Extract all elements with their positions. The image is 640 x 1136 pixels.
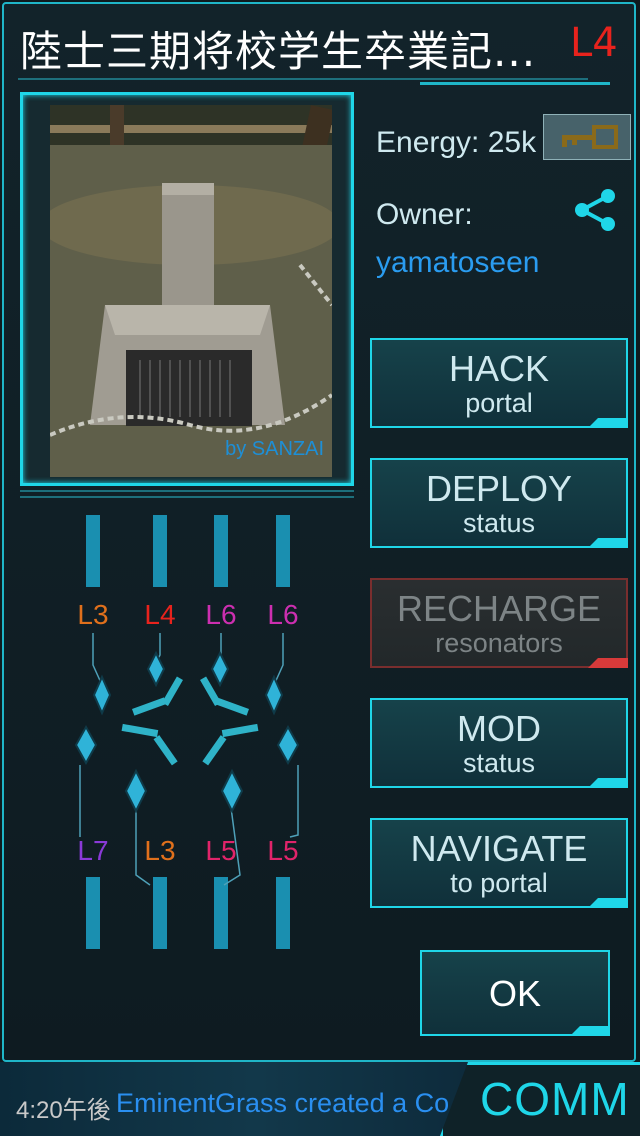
resonator-crystal: [146, 650, 166, 688]
navigate-button[interactable]: NAVIGATE to portal: [370, 818, 628, 908]
resonator-energy-bar: [86, 515, 100, 587]
button-corner: [588, 898, 628, 908]
recharge-button[interactable]: RECHARGE resonators: [370, 578, 628, 668]
resonator-diagram: L3 L4 L6 L6 L7 L3 L5 L5: [40, 505, 340, 955]
navigate-button-title: NAVIGATE: [410, 828, 588, 869]
navigate-button-subtitle: to portal: [450, 868, 548, 898]
resonator-level-text: L4: [144, 599, 176, 630]
mod-button-subtitle: status: [462, 748, 536, 778]
comm-timestamp: 4:20午後: [16, 1097, 111, 1124]
resonator-level-top-4: L6: [265, 599, 301, 631]
recharge-button-title: RECHARGE: [396, 588, 602, 629]
resonator-crystal: [276, 724, 300, 766]
photo-credit: by SANZAI: [225, 438, 324, 460]
resonator-energy-bar: [86, 877, 100, 949]
resonator-energy-bar: [153, 515, 167, 587]
resonator-level-bottom-3: L5: [203, 835, 239, 867]
resonator-energy-bar: [153, 877, 167, 949]
share-icon[interactable]: [572, 188, 620, 232]
portal-photo[interactable]: by SANZAI: [50, 105, 332, 477]
ok-button-label: OK: [488, 973, 541, 1014]
owner-label: Owner:: [376, 198, 473, 231]
hack-button-subtitle: portal: [465, 388, 533, 418]
deploy-button[interactable]: DEPLOY status: [370, 458, 628, 548]
resonator-crystal: [74, 724, 98, 766]
portal-energy: Energy: 25k: [376, 126, 537, 159]
resonator-level-bottom-4: L5: [265, 835, 301, 867]
resonator-crystal: [92, 674, 112, 716]
button-corner: [588, 418, 628, 428]
key-icon: [562, 125, 618, 149]
deploy-button-subtitle: status: [462, 508, 536, 538]
resonator-energy-bar: [276, 515, 290, 587]
resonator-level-text: L5: [267, 835, 299, 866]
resonator-level-top-3: L6: [203, 599, 239, 631]
monument-illustration: [50, 105, 332, 477]
portal-title: 陸士三期将校学生卒業記...: [20, 27, 537, 76]
button-corner: [588, 778, 628, 788]
comm-tab-label[interactable]: COMM: [480, 1072, 630, 1126]
owner-name[interactable]: yamatoseen: [376, 246, 539, 280]
portal-photo-frame[interactable]: by SANZAI: [20, 92, 354, 486]
photo-divider: [20, 490, 354, 492]
deploy-button-title: DEPLOY: [425, 468, 573, 509]
button-corner: [588, 538, 628, 548]
comm-message: EminentGrass created a Co: [116, 1088, 450, 1118]
resonator-level-bottom-2: L3: [142, 835, 178, 867]
resonator-level-text: L3: [77, 599, 109, 630]
hack-button[interactable]: HACK portal: [370, 338, 628, 428]
resonator-level-top-2: L4: [142, 599, 178, 631]
button-corner: [588, 658, 628, 668]
resonator-crystal: [264, 674, 284, 716]
resonator-crystal: [210, 650, 230, 688]
resonator-crystal: [124, 768, 148, 814]
key-button[interactable]: [543, 114, 631, 160]
resonator-level-text: L7: [77, 835, 109, 866]
resonator-crystal: [220, 768, 244, 814]
mod-button-title: MOD: [457, 708, 541, 749]
resonator-energy-bar: [276, 877, 290, 949]
ok-button[interactable]: OK: [420, 950, 610, 1036]
photo-divider-2: [20, 496, 354, 498]
hack-button-title: HACK: [448, 348, 550, 389]
button-corner: [570, 1026, 610, 1036]
resonator-level-bottom-1: L7: [75, 835, 111, 867]
resonator-graphics: [74, 515, 300, 949]
resonator-energy-bar: [214, 515, 228, 587]
portal-level-badge: L4: [570, 20, 618, 66]
title-divider-accent: [420, 82, 610, 85]
resonator-level-text: L5: [205, 835, 237, 866]
resonator-level-text: L3: [144, 835, 176, 866]
resonator-level-top-1: L3: [75, 599, 111, 631]
mod-button[interactable]: MOD status: [370, 698, 628, 788]
recharge-button-subtitle: resonators: [435, 628, 563, 658]
resonator-energy-bar: [214, 877, 228, 949]
title-divider: [18, 78, 588, 80]
resonator-level-text: L6: [267, 599, 299, 630]
resonator-level-text: L6: [205, 599, 237, 630]
